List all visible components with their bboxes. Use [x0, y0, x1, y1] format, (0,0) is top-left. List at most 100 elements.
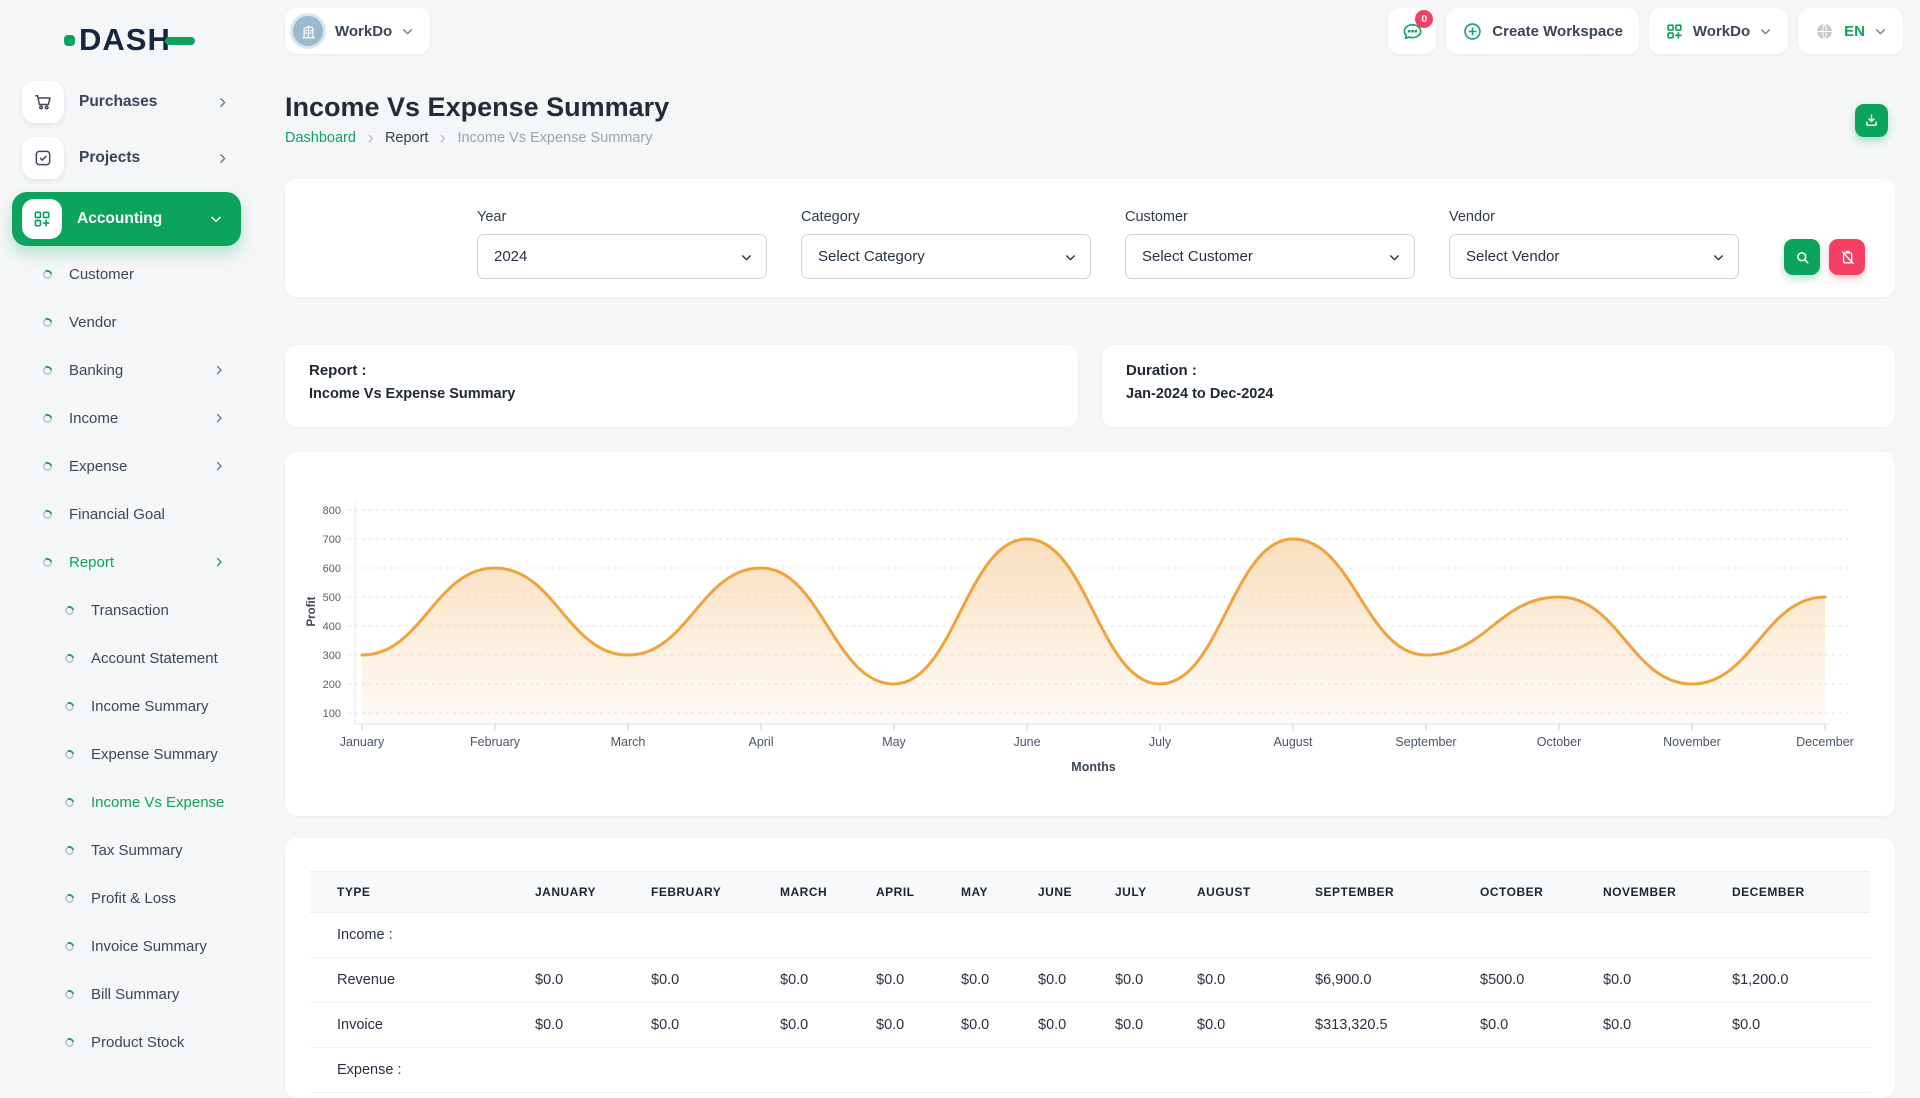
- sidebar-item-projects[interactable]: Projects: [0, 130, 255, 186]
- sidebar-item-profit-loss[interactable]: Profit & Loss: [0, 874, 255, 922]
- download-button[interactable]: [1855, 104, 1888, 137]
- table-row: Revenue $0.0 $0.0 $0.0 $0.0 $0.0 $0.0 $0…: [310, 958, 1870, 1003]
- duration-card-title: Duration :: [1126, 362, 1871, 379]
- category-label: Category: [801, 209, 1091, 225]
- cell: $0.0: [1030, 1003, 1107, 1048]
- sidebar-item-label: Invoice Summary: [91, 938, 207, 955]
- sidebar-item-label: Expense Summary: [91, 746, 218, 763]
- workspace-avatar: [290, 13, 326, 49]
- customer-select[interactable]: Select Customer: [1125, 234, 1415, 279]
- year-select[interactable]: 2024: [477, 234, 767, 279]
- breadcrumb-dashboard[interactable]: Dashboard: [285, 130, 356, 146]
- section-label: Income :: [310, 913, 1870, 958]
- column-header: JANUARY: [527, 872, 643, 913]
- circle-bullet-icon: [42, 269, 53, 280]
- chevron-right-icon: [216, 96, 229, 109]
- workdo-menu-button[interactable]: WorkDo: [1649, 8, 1788, 54]
- column-header: SEPTEMBER: [1307, 872, 1472, 913]
- sidebar-item-customer[interactable]: Customer: [0, 250, 255, 298]
- sidebar-item-bill-summary[interactable]: Bill Summary: [0, 970, 255, 1018]
- svg-text:600: 600: [323, 563, 341, 575]
- chevron-right-icon: [365, 133, 376, 144]
- sidebar-item-report[interactable]: Report: [0, 538, 255, 586]
- income-expense-table-card: TYPE JANUARY FEBRUARY MARCH APRIL MAY JU…: [285, 838, 1895, 1098]
- reset-filter-button[interactable]: [1829, 239, 1865, 275]
- svg-text:February: February: [470, 735, 521, 749]
- create-workspace-button[interactable]: Create Workspace: [1446, 8, 1639, 54]
- sidebar-item-expense[interactable]: Expense: [0, 442, 255, 490]
- sidebar-item-invoice-summary[interactable]: Invoice Summary: [0, 922, 255, 970]
- column-header: JUNE: [1030, 872, 1107, 913]
- summary-cards: Report : Income Vs Expense Summary Durat…: [285, 345, 1895, 427]
- category-select[interactable]: Select Category: [801, 234, 1091, 279]
- column-header: TYPE: [310, 872, 527, 913]
- chevron-down-icon: [740, 251, 753, 264]
- cell: $0.0: [1724, 1003, 1870, 1048]
- circle-bullet-icon: [64, 845, 75, 856]
- column-header: DECEMBER: [1724, 872, 1870, 913]
- circle-bullet-icon: [42, 365, 53, 376]
- breadcrumb: Dashboard Report Income Vs Expense Summa…: [285, 130, 1895, 146]
- sidebar-item-income[interactable]: Income: [0, 394, 255, 442]
- breadcrumb-report[interactable]: Report: [385, 130, 429, 146]
- sidebar-item-label: Income: [69, 410, 118, 427]
- sidebar-item-label: Tax Summary: [91, 842, 183, 859]
- cell: $0.0: [1189, 958, 1307, 1003]
- messages-button[interactable]: 0: [1388, 8, 1436, 54]
- svg-text:September: September: [1395, 735, 1456, 749]
- checkbox-icon: [22, 137, 64, 179]
- svg-text:April: April: [748, 735, 773, 749]
- table-row: Expense :: [310, 1048, 1870, 1093]
- cell: $0.0: [1472, 1003, 1595, 1048]
- download-icon: [1863, 112, 1880, 129]
- cell: $0.0: [953, 1003, 1030, 1048]
- workspace-selector[interactable]: WorkDo: [285, 8, 430, 54]
- main-content: Income Vs Expense Summary Dashboard Repo…: [285, 92, 1895, 1098]
- sidebar-item-income-vs-expense[interactable]: Income Vs Expense: [0, 778, 255, 826]
- sidebar-item-financial-goal[interactable]: Financial Goal: [0, 490, 255, 538]
- sidebar-item-product-stock[interactable]: Product Stock: [0, 1018, 255, 1066]
- column-header: MARCH: [772, 872, 868, 913]
- cell: $0.0: [1107, 958, 1189, 1003]
- sidebar-item-label: Transaction: [91, 602, 169, 619]
- dash-logo[interactable]: DASH: [64, 18, 255, 62]
- breadcrumb-current: Income Vs Expense Summary: [457, 130, 652, 146]
- sidebar-item-label: Income Summary: [91, 698, 209, 715]
- column-header: MAY: [953, 872, 1030, 913]
- sidebar-item-tax-summary[interactable]: Tax Summary: [0, 826, 255, 874]
- create-workspace-label: Create Workspace: [1492, 23, 1623, 40]
- apply-filter-button[interactable]: [1784, 239, 1820, 275]
- sidebar-item-expense-summary[interactable]: Expense Summary: [0, 730, 255, 778]
- chevron-down-icon: [209, 212, 223, 226]
- sidebar-item-purchases[interactable]: Purchases: [0, 74, 255, 130]
- language-selector[interactable]: EN: [1798, 8, 1903, 54]
- sidebar-item-banking[interactable]: Banking: [0, 346, 255, 394]
- chevron-right-icon: [437, 133, 448, 144]
- svg-text:October: October: [1537, 735, 1581, 749]
- vendor-select[interactable]: Select Vendor: [1449, 234, 1739, 279]
- cell: $1,200.0: [1724, 958, 1870, 1003]
- sidebar-item-account-statement[interactable]: Account Statement: [0, 634, 255, 682]
- chevron-right-icon: [213, 412, 225, 424]
- svg-text:500: 500: [323, 592, 341, 604]
- cell: $0.0: [527, 958, 643, 1003]
- cell: $0.0: [1030, 958, 1107, 1003]
- sidebar-item-income-summary[interactable]: Income Summary: [0, 682, 255, 730]
- sidebar-item-vendor[interactable]: Vendor: [0, 298, 255, 346]
- sidebar-item-transaction[interactable]: Transaction: [0, 586, 255, 634]
- sidebar-item-label: Customer: [69, 266, 134, 283]
- circle-bullet-icon: [42, 413, 53, 424]
- clear-filter-icon: [1839, 249, 1856, 266]
- circle-bullet-icon: [64, 941, 75, 952]
- column-header: APRIL: [868, 872, 953, 913]
- sidebar-item-cash-flow[interactable]: Cash Flow: [0, 1066, 255, 1080]
- customer-select-value: Select Customer: [1142, 248, 1253, 265]
- cell: $0.0: [772, 958, 868, 1003]
- cell: $6,900.0: [1307, 958, 1472, 1003]
- year-select-value: 2024: [494, 248, 527, 265]
- report-card: Report : Income Vs Expense Summary: [285, 345, 1078, 427]
- report-card-title: Report :: [309, 362, 1054, 379]
- sidebar-item-accounting[interactable]: Accounting: [12, 192, 241, 246]
- row-label: Invoice: [310, 1003, 527, 1048]
- section-label: Expense :: [310, 1048, 1870, 1093]
